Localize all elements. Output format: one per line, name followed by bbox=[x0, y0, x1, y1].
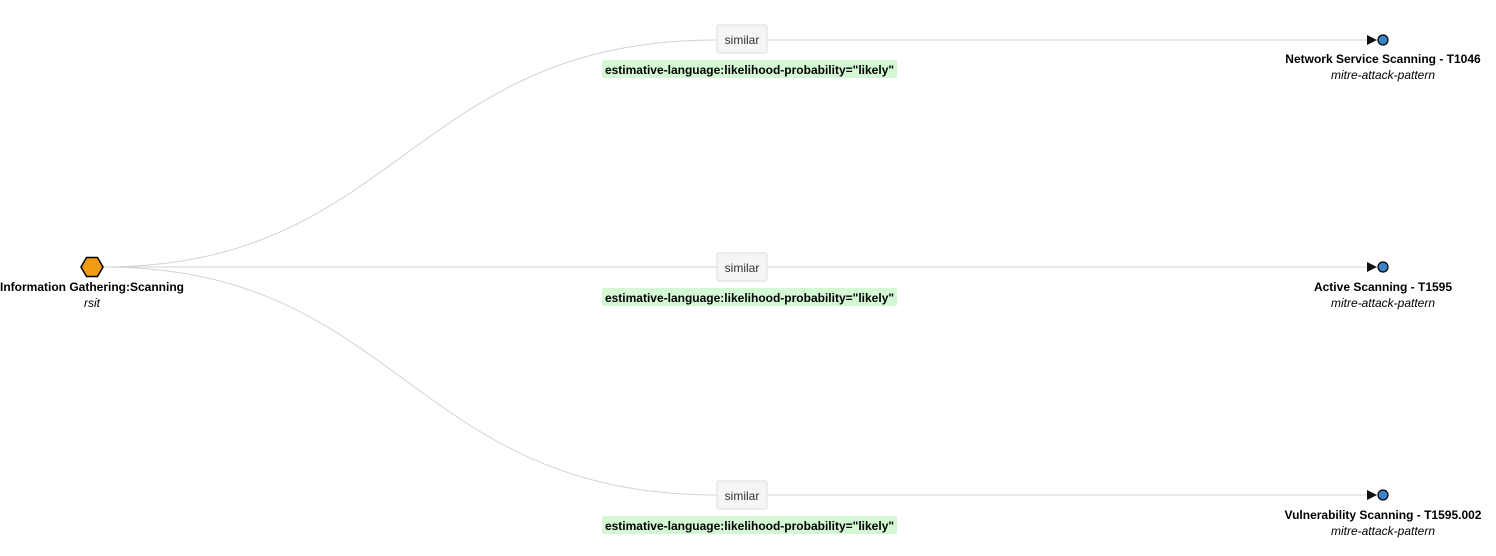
target-node[interactable]: Vulnerability Scanning - T1595.002 mitre… bbox=[1285, 489, 1482, 538]
tag-label: estimative-language:likelihood-probabili… bbox=[605, 291, 894, 305]
relation-group: similar estimative-language:likelihood-p… bbox=[602, 480, 897, 534]
target-node-title: Active Scanning - T1595 bbox=[1314, 280, 1452, 294]
relationship-graph: Information Gathering:Scanning rsit simi… bbox=[0, 24, 1482, 538]
target-node-title: Vulnerability Scanning - T1595.002 bbox=[1285, 508, 1482, 522]
relation-label: similar bbox=[725, 489, 760, 503]
arrowhead-icon bbox=[1367, 490, 1377, 500]
target-node-subtitle: mitre-attack-pattern bbox=[1331, 296, 1435, 310]
target-node-subtitle: mitre-attack-pattern bbox=[1331, 524, 1435, 538]
source-node-subtitle: rsit bbox=[84, 296, 101, 310]
hexagon-icon[interactable] bbox=[80, 256, 104, 278]
source-node[interactable]: Information Gathering:Scanning rsit bbox=[0, 256, 184, 311]
target-node[interactable]: Active Scanning - T1595 mitre-attack-pat… bbox=[1314, 261, 1452, 310]
source-node-title: Information Gathering:Scanning bbox=[0, 280, 184, 294]
relation-group: similar estimative-language:likelihood-p… bbox=[602, 24, 897, 78]
target-node[interactable]: Network Service Scanning - T1046 mitre-a… bbox=[1285, 34, 1481, 82]
circle-node-icon[interactable] bbox=[1377, 261, 1389, 273]
circle-node-icon[interactable] bbox=[1377, 489, 1389, 501]
target-node-subtitle: mitre-attack-pattern bbox=[1331, 68, 1435, 82]
relation-label: similar bbox=[725, 33, 760, 47]
tag-label: estimative-language:likelihood-probabili… bbox=[605, 63, 894, 77]
tag-label: estimative-language:likelihood-probabili… bbox=[605, 519, 894, 533]
relation-group: similar estimative-language:likelihood-p… bbox=[602, 252, 897, 306]
relation-label: similar bbox=[725, 261, 760, 275]
arrowhead-icon bbox=[1367, 262, 1377, 272]
target-node-title: Network Service Scanning - T1046 bbox=[1285, 52, 1481, 66]
arrowhead-icon bbox=[1367, 35, 1377, 45]
circle-node-icon[interactable] bbox=[1377, 34, 1389, 46]
